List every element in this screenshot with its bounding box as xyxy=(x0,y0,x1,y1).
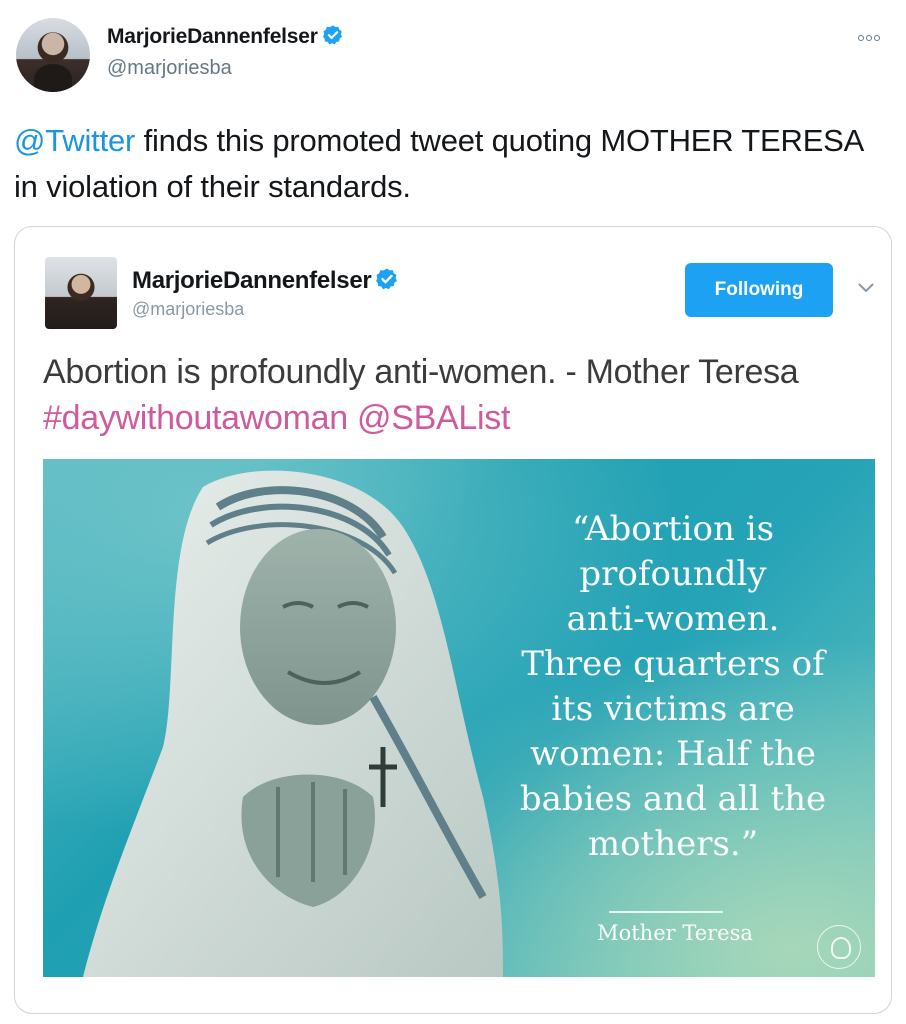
following-button[interactable]: Following xyxy=(685,263,833,317)
mention-link[interactable]: @SBAList xyxy=(357,399,510,437)
mother-teresa-portrait xyxy=(83,470,503,977)
quote-line: babies and all the xyxy=(519,779,827,819)
more-options-icon[interactable] xyxy=(858,28,886,42)
tweet-body: finds this promoted tweet quoting MOTHER… xyxy=(14,123,863,204)
verified-badge-icon xyxy=(322,25,342,45)
chevron-down-icon[interactable] xyxy=(858,283,874,293)
quote-text: “Abortion is profoundly anti-women. Thre… xyxy=(493,507,853,867)
quote-image[interactable]: “Abortion is profoundly anti-women. Thre… xyxy=(43,459,875,977)
embedded-tweet-card[interactable]: MarjorieDannenfelser @marjoriesba Follow… xyxy=(14,226,892,1014)
quote-line: mothers.” xyxy=(587,824,759,864)
quote-line: “Abortion is xyxy=(571,509,775,549)
author-name-row[interactable]: MarjorieDannenfelser xyxy=(107,24,344,49)
divider xyxy=(609,911,723,913)
tweet-text: @Twitter finds this promoted tweet quoti… xyxy=(14,118,874,210)
mention-link[interactable]: @Twitter xyxy=(14,123,135,158)
quoted-text-body: Abortion is profoundly anti-women. - Mot… xyxy=(43,353,799,391)
author-handle[interactable]: @marjoriesba xyxy=(107,57,232,80)
quote-attribution: Mother Teresa xyxy=(597,921,753,945)
quote-line: anti-women. xyxy=(566,599,780,639)
quoted-author-handle[interactable]: @marjoriesba xyxy=(132,299,244,320)
quote-line: its victims are xyxy=(551,689,795,729)
hashtag-link[interactable]: #daywithoutawoman xyxy=(43,399,348,437)
quote-line: profoundly xyxy=(579,554,767,594)
quoted-author-name[interactable]: MarjorieDannenfelser xyxy=(132,267,372,294)
quoted-tweet-text: Abortion is profoundly anti-women. - Mot… xyxy=(43,349,863,441)
quote-line: Three quarters of xyxy=(521,644,825,684)
verified-badge-icon xyxy=(376,268,398,290)
quote-line: women: Half the xyxy=(530,734,816,774)
quoted-author-name-row[interactable]: MarjorieDannenfelser xyxy=(132,267,399,295)
quoted-author-avatar[interactable] xyxy=(45,257,117,329)
organization-seal-icon xyxy=(817,925,861,969)
author-avatar[interactable] xyxy=(16,18,90,92)
author-name[interactable]: MarjorieDannenfelser xyxy=(107,25,318,48)
